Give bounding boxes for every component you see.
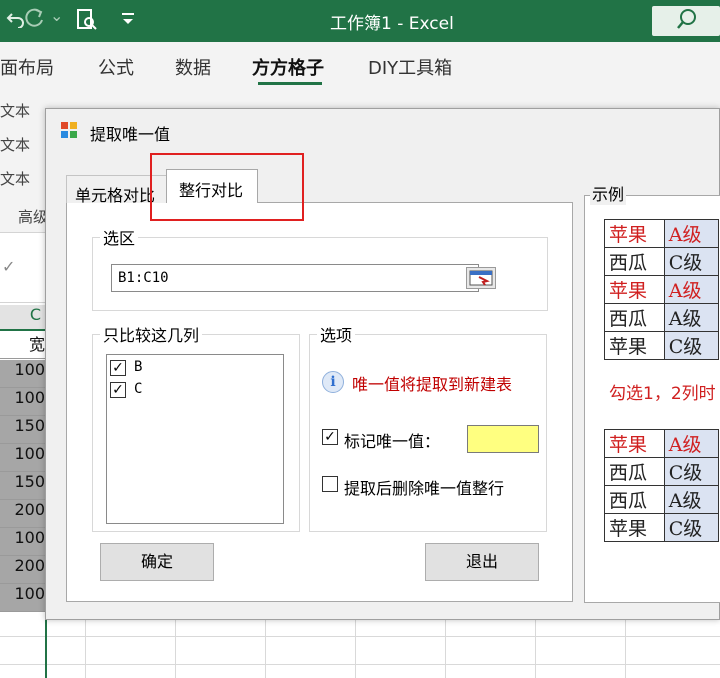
- table-row: 苹果 A级: [604, 219, 720, 248]
- cell[interactable]: 200: [0, 500, 45, 528]
- sample-table-after: 苹果 A级 西瓜 C级 西瓜 A级 苹果 C级: [604, 429, 720, 542]
- column-b-checkbox[interactable]: ✓: [110, 360, 126, 376]
- ribbon-item-text-1[interactable]: 文本: [0, 100, 30, 121]
- grid-line: [535, 620, 536, 678]
- table-cell: 苹果: [604, 331, 665, 360]
- column-b-label: B: [134, 359, 143, 375]
- table-row: 苹果 A级: [604, 429, 720, 458]
- columns-group-label: 只比较这几列: [100, 322, 203, 346]
- table-row: 西瓜 C级: [604, 457, 720, 486]
- cell[interactable]: 200: [0, 556, 45, 584]
- redo-icon[interactable]: [22, 8, 46, 35]
- mark-color-picker[interactable]: [467, 425, 539, 453]
- active-tab-indicator: [258, 82, 322, 85]
- table-cell: 西瓜: [604, 457, 665, 486]
- sample-group-label: 示例: [590, 181, 627, 205]
- grid-line: [265, 620, 266, 678]
- cell[interactable]: 100: [0, 388, 45, 416]
- customize-toolbar-icon[interactable]: [120, 9, 136, 33]
- redo-dropdown-icon[interactable]: ⌄: [50, 6, 63, 25]
- options-group-label: 选项: [317, 322, 356, 346]
- grid-line: [0, 636, 720, 637]
- extract-unique-dialog: 提取唯一值 单元格对比 整行对比 选区 B1:C10 只比较这几列 ✓ B ✓ …: [45, 108, 720, 620]
- grid-line: [355, 620, 356, 678]
- highlight-box: [150, 153, 304, 221]
- ribbon-item-advanced[interactable]: 高级: [18, 206, 48, 227]
- delete-rows-checkbox[interactable]: [322, 476, 338, 492]
- sample-note: 勾选1，2列时: [609, 384, 716, 404]
- range-input[interactable]: B1:C10: [111, 264, 479, 292]
- mark-unique-label: 标记唯一值：: [344, 432, 441, 451]
- search-icon: [676, 8, 698, 37]
- table-cell: C级: [663, 457, 720, 486]
- tab-page-layout[interactable]: 面布局: [0, 54, 54, 80]
- cell[interactable]: 150: [0, 472, 45, 500]
- table-cell: A级: [663, 429, 720, 458]
- ribbon-item-text-3[interactable]: 文本: [0, 168, 30, 189]
- dialog-title: 提取唯一值: [90, 125, 171, 144]
- tab-fangfang[interactable]: 方方格子: [252, 54, 324, 80]
- search-button[interactable]: [652, 6, 720, 36]
- table-cell: C级: [663, 513, 720, 542]
- cell[interactable]: 100: [0, 528, 45, 556]
- table-cell: 苹果: [604, 513, 665, 542]
- column-list: [106, 354, 284, 524]
- cell[interactable]: 宽: [0, 331, 45, 359]
- table-cell: 苹果: [604, 429, 665, 458]
- column-header-c[interactable]: C: [0, 305, 45, 331]
- delete-rows-label: 提取后删除唯一值整行: [344, 479, 505, 498]
- table-cell: A级: [663, 219, 720, 248]
- column-c-label: C: [134, 381, 143, 397]
- range-select-button[interactable]: [466, 267, 496, 289]
- tab-data[interactable]: 数据: [175, 54, 211, 80]
- grid-line: [85, 620, 86, 678]
- cell[interactable]: 150: [0, 416, 45, 444]
- range-group-label: 选区: [100, 225, 139, 249]
- range-picker-icon: [469, 270, 493, 286]
- table-cell: 西瓜: [604, 247, 665, 276]
- exit-button[interactable]: 退出: [425, 543, 539, 581]
- table-row: 西瓜 C级: [604, 247, 720, 276]
- ok-button[interactable]: 确定: [100, 543, 214, 581]
- table-cell: C级: [663, 331, 720, 360]
- tab-diy-toolbox[interactable]: DIY工具箱: [368, 54, 452, 80]
- column-c-checkbox[interactable]: ✓: [110, 382, 126, 398]
- table-cell: A级: [663, 485, 720, 514]
- checkmark-icon[interactable]: ✓: [2, 257, 15, 276]
- table-row: 苹果 C级: [604, 513, 720, 542]
- table-cell: A级: [663, 275, 720, 304]
- grid-line: [445, 620, 446, 678]
- table-cell: C级: [663, 247, 720, 276]
- table-row: 西瓜 A级: [604, 303, 720, 332]
- table-cell: 苹果: [604, 275, 665, 304]
- window-title: 工作簿1 - Excel: [330, 14, 454, 34]
- cell[interactable]: 100: [0, 584, 45, 612]
- table-cell: 苹果: [604, 219, 665, 248]
- grid-line: [625, 620, 626, 678]
- sample-table-before: 苹果 A级 西瓜 C级 苹果 A级 西瓜 A级 苹果 C级: [604, 219, 720, 360]
- cell[interactable]: 100: [0, 444, 45, 472]
- ribbon-item-text-2[interactable]: 文本: [0, 134, 30, 155]
- table-cell: 西瓜: [604, 485, 665, 514]
- table-cell: 西瓜: [604, 303, 665, 332]
- table-cell: A级: [663, 303, 720, 332]
- title-bar: ⌄ 工作簿1 - Excel: [0, 0, 720, 42]
- cell[interactable]: 100: [0, 360, 45, 388]
- print-preview-icon[interactable]: [76, 8, 98, 37]
- tab-formulas[interactable]: 公式: [98, 54, 134, 80]
- info-icon: i: [322, 371, 344, 393]
- table-row: 西瓜 A级: [604, 485, 720, 514]
- grid-line: [175, 620, 176, 678]
- grid-line: [0, 664, 720, 665]
- ribbon-tabs: 面布局 公式 数据 方方格子 DIY工具箱: [0, 42, 720, 88]
- mark-unique-checkbox[interactable]: ✓: [322, 429, 338, 445]
- app-icon: [61, 122, 77, 138]
- table-row: 苹果 C级: [604, 331, 720, 360]
- table-row: 苹果 A级: [604, 275, 720, 304]
- info-text: 唯一值将提取到新建表: [352, 375, 513, 394]
